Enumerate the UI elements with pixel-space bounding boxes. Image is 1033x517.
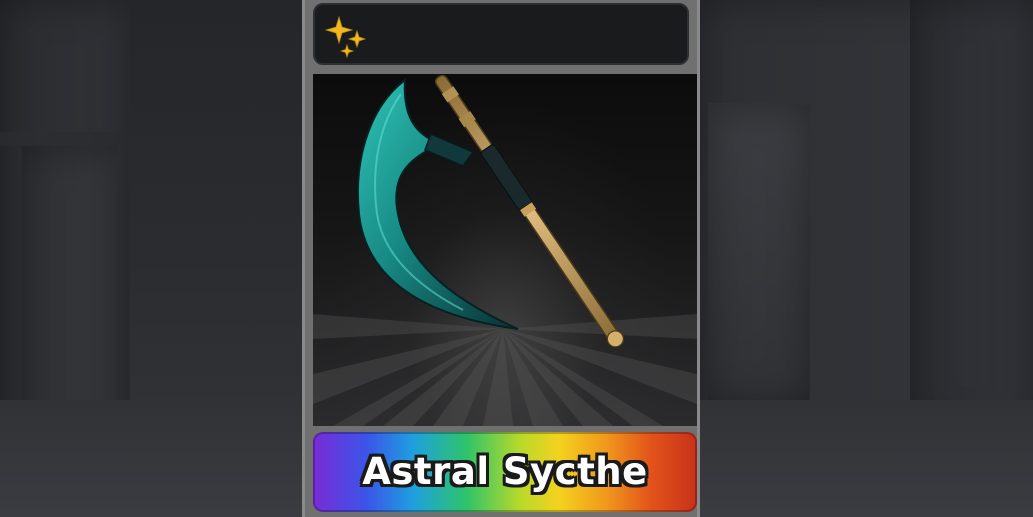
background-panel (910, 0, 1033, 430)
game-scene: Astral Sycthe (0, 0, 1033, 517)
item-name: Astral Sycthe (362, 450, 648, 493)
background-ledge (0, 132, 130, 146)
item-name-banner: Astral Sycthe (313, 432, 697, 512)
scythe-icon (357, 74, 624, 348)
sparkle-icon (325, 15, 367, 59)
background-doorway (708, 105, 810, 405)
item-image (313, 74, 697, 426)
card-header (313, 3, 689, 65)
item-card[interactable]: Astral Sycthe (302, 0, 700, 517)
